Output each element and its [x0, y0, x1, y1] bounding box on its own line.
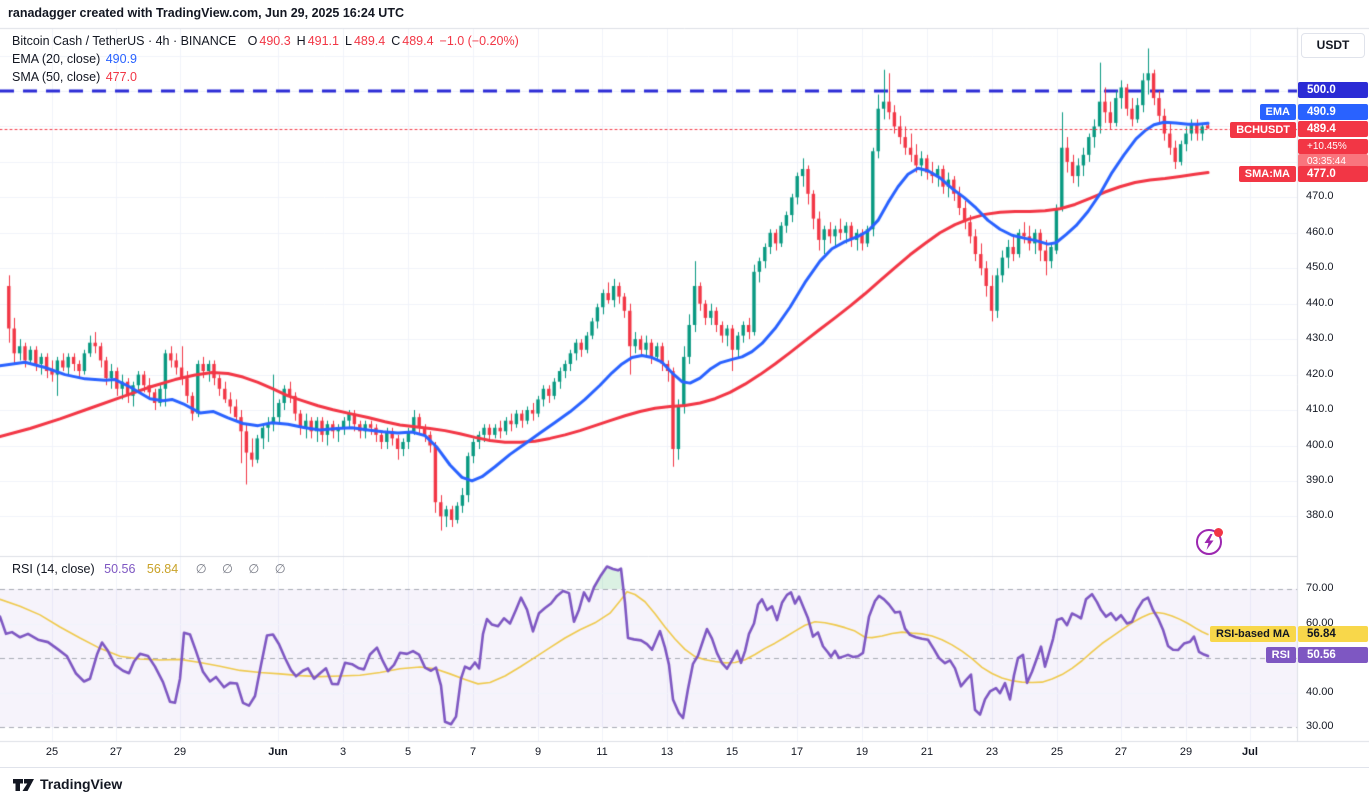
price-tick: 460.0: [1306, 226, 1334, 238]
time-tick: 5: [405, 746, 411, 758]
ema-value: 490.9: [106, 52, 137, 66]
time-tick: 17: [791, 746, 803, 758]
ema-label[interactable]: EMA (20, close): [12, 52, 100, 66]
chart-legend: Bitcoin Cash / TetherUS · 4h · BINANCE O…: [12, 33, 519, 87]
notification-dot: [1214, 528, 1223, 537]
price-tick: 410.0: [1306, 403, 1334, 415]
time-tick: Jul: [1242, 746, 1258, 758]
level-500-axis-label[interactable]: 500.0: [1298, 82, 1368, 98]
time-tick: 9: [535, 746, 541, 758]
time-tick: 27: [1115, 746, 1127, 758]
price-tick: 390.0: [1306, 474, 1334, 486]
rsi-legend[interactable]: RSI (14, close) 50.56 56.84 ∅ ∅ ∅ ∅: [12, 561, 292, 576]
tradingview-chart-window: ranadagger created with TradingView.com,…: [0, 0, 1369, 801]
price-tick: 400.0: [1306, 439, 1334, 451]
rsi-value: 50.56: [104, 562, 135, 576]
open-label: O: [248, 34, 258, 48]
rsi-ma-value: 56.84: [147, 562, 178, 576]
rsi-hidden-bands: ∅ ∅ ∅ ∅: [196, 562, 292, 576]
rsi-tick: 30.00: [1306, 720, 1334, 732]
open-value: 490.3: [259, 34, 290, 48]
sma-label[interactable]: SMA (50, close): [12, 70, 100, 84]
symbol-title[interactable]: Bitcoin Cash / TetherUS · 4h · BINANCE: [12, 34, 236, 48]
time-tick: 11: [596, 746, 607, 758]
sma-tag[interactable]: SMA:MA: [1239, 166, 1296, 182]
tradingview-logo[interactable]: [13, 777, 35, 793]
time-tick: 25: [46, 746, 58, 758]
close-label: C: [391, 34, 400, 48]
time-tick: 7: [470, 746, 476, 758]
time-tick: 21: [921, 746, 933, 758]
flash-lightning-icon[interactable]: [1196, 529, 1222, 555]
price-tick: 470.0: [1306, 190, 1334, 202]
time-tick: 27: [110, 746, 122, 758]
time-tick: 23: [986, 746, 998, 758]
time-tick: 25: [1051, 746, 1063, 758]
chart-canvas[interactable]: [0, 0, 1369, 801]
credit-line: ranadagger created with TradingView.com,…: [8, 6, 404, 20]
ema-tag[interactable]: EMA: [1260, 104, 1296, 120]
time-tick: 29: [174, 746, 186, 758]
rsi-title[interactable]: RSI (14, close): [12, 562, 95, 576]
change-value: −1.0 (−0.20%): [440, 34, 519, 48]
symbol-legend-row[interactable]: Bitcoin Cash / TetherUS · 4h · BINANCE O…: [12, 33, 519, 50]
currency-toggle-button[interactable]: USDT: [1301, 33, 1365, 58]
rsi-tick: 40.00: [1306, 686, 1334, 698]
price-tick: 380.0: [1306, 509, 1334, 521]
sma-value: 477.0: [106, 70, 137, 84]
rsi-ma-axis-value: 56.84: [1298, 626, 1368, 642]
high-value: 491.1: [308, 34, 339, 48]
ema-legend-row[interactable]: EMA (20, close) 490.9: [12, 51, 519, 68]
footer-bar: TradingView: [0, 767, 1369, 801]
rsi-ma-tag[interactable]: RSI-based MA: [1210, 626, 1296, 642]
sma-legend-row[interactable]: SMA (50, close) 477.0: [12, 69, 519, 86]
tradingview-brand-text[interactable]: TradingView: [40, 776, 122, 792]
last-price-axis-label: 489.4: [1298, 121, 1368, 137]
change-pct-axis-label: +10.45%: [1298, 139, 1368, 154]
time-tick: 29: [1180, 746, 1192, 758]
time-tick: 19: [856, 746, 868, 758]
price-tick: 450.0: [1306, 261, 1334, 273]
sma-axis-value: 477.0: [1298, 166, 1368, 182]
price-tick: 430.0: [1306, 332, 1334, 344]
symbol-tag[interactable]: BCHUSDT: [1230, 122, 1296, 138]
low-value: 489.4: [354, 34, 385, 48]
low-label: L: [345, 34, 352, 48]
ema-axis-value: 490.9: [1298, 104, 1368, 120]
time-tick: 15: [726, 746, 738, 758]
time-tick: 13: [661, 746, 673, 758]
rsi-tag[interactable]: RSI: [1266, 647, 1296, 663]
close-value: 489.4: [402, 34, 433, 48]
time-tick: Jun: [268, 746, 288, 758]
rsi-axis-value: 50.56: [1298, 647, 1368, 663]
price-tick: 440.0: [1306, 297, 1334, 309]
rsi-tick: 70.00: [1306, 582, 1334, 594]
high-label: H: [297, 34, 306, 48]
price-tick: 420.0: [1306, 368, 1334, 380]
time-tick: 3: [340, 746, 346, 758]
